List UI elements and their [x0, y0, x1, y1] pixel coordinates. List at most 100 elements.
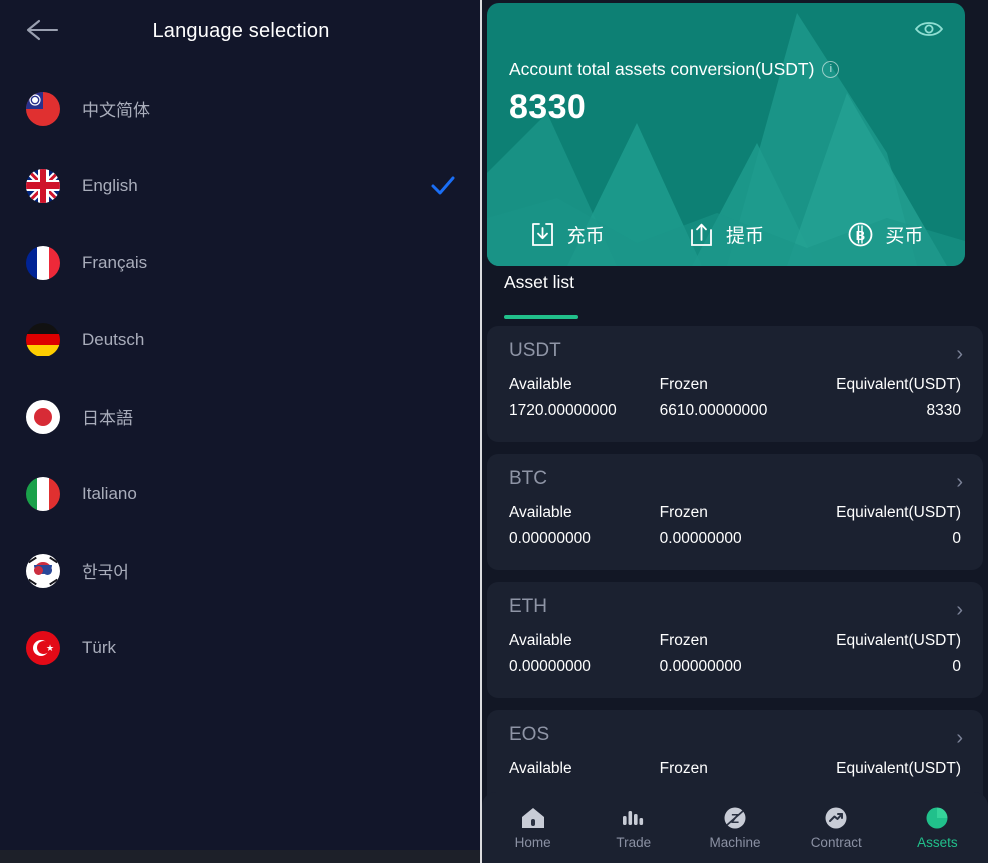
equivalent-col: Equivalent(USDT) 8330	[810, 376, 961, 420]
equivalent-col: Equivalent(USDT) 0	[810, 504, 961, 548]
eye-icon[interactable]	[913, 16, 945, 42]
available-value: 1720.00000000	[509, 402, 660, 420]
language-label: 한국어	[82, 558, 129, 583]
language-label: Deutsch	[82, 330, 144, 350]
flag-turkey-icon: ★	[26, 631, 60, 665]
equivalent-header: Equivalent(USDT)	[810, 632, 961, 650]
asset-row-eth[interactable]: ETH › Available 0.00000000 Frozen 0.0000…	[487, 582, 983, 698]
chevron-right-icon[interactable]: ›	[956, 472, 963, 492]
available-value: 0.00000000	[509, 530, 660, 548]
equivalent-value: 0	[810, 658, 961, 676]
available-value: 0.00000000	[509, 658, 660, 676]
language-item-zh[interactable]: 中文简体	[0, 70, 482, 147]
withdraw-label: 提币	[726, 221, 764, 248]
nav-label: Trade	[616, 835, 651, 850]
deposit-button[interactable]: 充币	[487, 221, 646, 248]
available-header: Available	[509, 504, 660, 522]
app-screen: Language selection 中文简体 English	[0, 0, 988, 863]
nav-item-trade[interactable]: Trade	[583, 806, 684, 850]
frozen-value: 6610.00000000	[660, 402, 811, 420]
language-label: 中文简体	[82, 96, 150, 121]
bottom-navigation: Home Trade Z Machine	[482, 792, 988, 863]
language-list: 中文简体 English Français	[0, 60, 482, 686]
language-item-de[interactable]: Deutsch	[0, 301, 482, 378]
asset-row-btc[interactable]: BTC › Available 0.00000000 Frozen 0.0000…	[487, 454, 983, 570]
equivalent-col: Equivalent(USDT)	[810, 760, 961, 778]
chevron-right-icon[interactable]: ›	[956, 600, 963, 620]
nav-item-machine[interactable]: Z Machine	[684, 806, 785, 850]
language-item-en[interactable]: English	[0, 147, 482, 224]
asset-symbol: USDT	[509, 340, 961, 362]
withdraw-button[interactable]: 提币	[646, 221, 805, 248]
language-label: 日本語	[82, 404, 133, 429]
frozen-col: Frozen	[660, 760, 811, 778]
nav-item-home[interactable]: Home	[482, 806, 583, 850]
available-col: Available	[509, 760, 660, 778]
flag-italy-icon	[26, 477, 60, 511]
balance-label-row: Account total assets conversion(USDT) i	[509, 59, 839, 80]
language-label: Italiano	[82, 484, 137, 504]
language-label: Français	[82, 253, 147, 273]
svg-text:B: B	[856, 228, 865, 243]
info-icon[interactable]: i	[822, 61, 839, 78]
language-label: Türk	[82, 638, 116, 658]
available-header: Available	[509, 760, 660, 778]
tab-asset-list[interactable]: Asset list	[504, 272, 574, 293]
asset-symbol: BTC	[509, 468, 961, 490]
balance-label: Account total assets conversion(USDT)	[509, 59, 814, 80]
frozen-col: Frozen 6610.00000000	[660, 376, 811, 420]
asset-tabbar: Asset list	[482, 272, 988, 320]
frozen-col: Frozen 0.00000000	[660, 504, 811, 548]
equivalent-header: Equivalent(USDT)	[810, 760, 961, 778]
balance-card: Account total assets conversion(USDT) i …	[487, 3, 965, 266]
asset-list[interactable]: USDT › Available 1720.00000000 Frozen 66…	[482, 326, 988, 863]
buy-coin-button[interactable]: B 买币	[806, 221, 965, 248]
balance-amount: 8330	[509, 88, 586, 127]
flag-taiwan-icon	[26, 92, 60, 126]
equivalent-col: Equivalent(USDT) 0	[810, 632, 961, 676]
available-header: Available	[509, 376, 660, 394]
nav-item-assets[interactable]: Assets	[887, 806, 988, 850]
language-label: English	[82, 176, 138, 196]
nav-item-contract[interactable]: Contract	[786, 806, 887, 850]
buy-coin-label: 买币	[885, 221, 923, 248]
pie-icon	[924, 806, 950, 830]
language-item-it[interactable]: Italiano	[0, 455, 482, 532]
asset-symbol: EOS	[509, 724, 961, 746]
available-col: Available 0.00000000	[509, 504, 660, 548]
language-item-ko[interactable]: 한국어	[0, 532, 482, 609]
language-item-ja[interactable]: 日本語	[0, 378, 482, 455]
machine-icon: Z	[722, 806, 748, 830]
page-title: Language selection	[0, 18, 482, 43]
tab-active-underline	[504, 315, 578, 319]
available-col: Available 0.00000000	[509, 632, 660, 676]
equivalent-value: 8330	[810, 402, 961, 420]
bars-icon	[621, 806, 647, 830]
bitcoin-icon: B	[847, 221, 874, 248]
flag-japan-icon	[26, 400, 60, 434]
frozen-header: Frozen	[660, 504, 811, 522]
nav-label: Assets	[917, 835, 958, 850]
language-item-fr[interactable]: Français	[0, 224, 482, 301]
asset-row-usdt[interactable]: USDT › Available 1720.00000000 Frozen 66…	[487, 326, 983, 442]
nav-label: Home	[515, 835, 551, 850]
chevron-right-icon[interactable]: ›	[956, 728, 963, 748]
available-col: Available 1720.00000000	[509, 376, 660, 420]
trend-up-icon	[823, 806, 849, 830]
arrow-left-icon[interactable]	[26, 17, 60, 43]
assets-panel: Account total assets conversion(USDT) i …	[482, 0, 988, 863]
nav-label: Contract	[811, 835, 862, 850]
download-tray-icon	[529, 221, 556, 248]
flag-uk-icon	[26, 169, 60, 203]
frozen-header: Frozen	[660, 760, 811, 778]
language-header: Language selection	[0, 0, 482, 60]
flag-korea-icon	[26, 554, 60, 588]
chevron-right-icon[interactable]: ›	[956, 344, 963, 364]
frozen-header: Frozen	[660, 632, 811, 650]
language-item-tr[interactable]: ★ Türk	[0, 609, 482, 686]
equivalent-header: Equivalent(USDT)	[810, 504, 961, 522]
system-bottom-bar	[0, 850, 482, 863]
frozen-col: Frozen 0.00000000	[660, 632, 811, 676]
flag-france-icon	[26, 246, 60, 280]
nav-label: Machine	[709, 835, 760, 850]
